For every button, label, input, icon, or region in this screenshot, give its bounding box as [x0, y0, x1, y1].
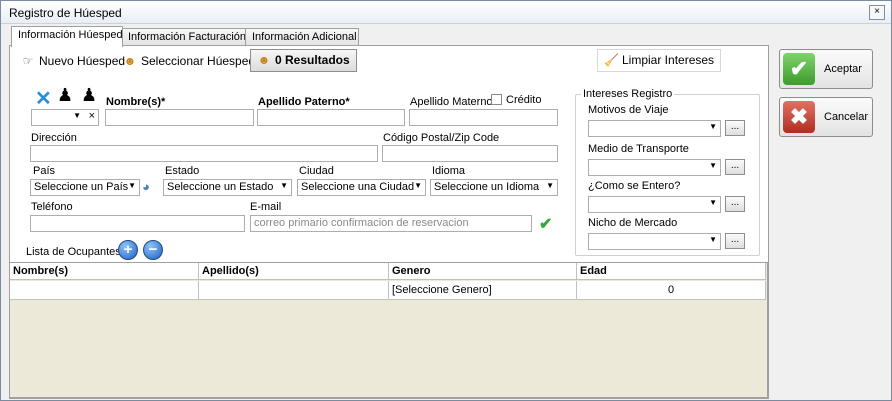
nuevo-huesped-button[interactable]: ☞ Nuevo Húesped — [21, 50, 125, 72]
guest-type-select[interactable]: ▼ × — [31, 109, 99, 126]
person-alt-icon[interactable]: ♟ — [81, 85, 97, 106]
users-icon: ☻ — [123, 54, 137, 68]
seleccionar-huesped-label: Seleccionar Húesped — [141, 54, 256, 68]
cancelar-label: Cancelar — [824, 111, 869, 123]
tab-informacion-facturacion[interactable]: Información Facturación — [121, 28, 247, 46]
chevron-down-icon: ▼ — [709, 235, 717, 244]
apellido-materno-input[interactable] — [409, 109, 558, 126]
apellido-paterno-label: Apellido Paterno* — [258, 96, 350, 108]
grid-col-nombre[interactable]: Nombre(s) — [10, 263, 199, 279]
pais-select[interactable]: Seleccione un País ▼ — [30, 179, 140, 196]
como-label: ¿Como se Entero? — [588, 180, 681, 192]
ciudad-select[interactable]: Seleccione una Ciudad ▼ — [297, 179, 426, 196]
add-occupant-button[interactable]: + — [118, 240, 138, 260]
codigo-postal-input[interactable] — [382, 145, 558, 162]
globe-icon[interactable]: ◕ — [142, 179, 150, 194]
person-icon[interactable]: ♟ — [57, 85, 73, 106]
seleccionar-huesped-button[interactable]: ☻ Seleccionar Húesped — [123, 50, 255, 72]
pais-value: Seleccione un País — [34, 181, 129, 193]
email-input[interactable]: correo primario confirmacion de reservac… — [250, 215, 532, 232]
close-button[interactable]: × — [869, 5, 885, 20]
email-label: E-mail — [250, 201, 282, 213]
direccion-label: Dirección — [31, 132, 77, 144]
nicho-label: Nicho de Mercado — [588, 217, 678, 229]
como-select[interactable]: ▼ — [588, 196, 721, 213]
medio-more-button[interactable]: ... — [725, 159, 745, 175]
credito-label: Crédito — [506, 94, 542, 106]
chevron-down-icon: ▼ — [709, 161, 717, 170]
codigo-postal-label: Código Postal/Zip Code — [383, 132, 500, 144]
pais-label: País — [33, 165, 56, 177]
medio-select[interactable]: ▼ — [588, 159, 721, 176]
table-row[interactable]: [Seleccione Genero] 0 — [10, 281, 766, 300]
idioma-select[interactable]: Seleccione un Idioma ▼ — [430, 179, 558, 196]
limpiar-intereses-button[interactable]: 🧹 Limpiar Intereses — [597, 49, 722, 72]
nuevo-huesped-label: Nuevo Húesped — [39, 54, 126, 68]
cell-apellido[interactable] — [199, 281, 389, 299]
telefono-input[interactable] — [30, 215, 245, 232]
guest-registration-window: Registro de Húesped × Información Húespe… — [0, 0, 892, 401]
occupants-grid: Nombre(s) Apellido(s) Genero Edad [Selec… — [9, 262, 768, 398]
clear-icon[interactable]: × — [89, 110, 95, 122]
intereses-title: Intereses Registro — [581, 88, 675, 100]
nombre-label: Nombre(s)* — [106, 96, 166, 108]
credito-checkbox[interactable] — [491, 94, 502, 105]
chevron-down-icon: ▼ — [128, 181, 136, 190]
motivos-select[interactable]: ▼ — [588, 120, 721, 137]
tab-informacion-huesped[interactable]: Información Húesped — [11, 26, 123, 47]
cell-nombre[interactable] — [10, 281, 199, 299]
motivos-label: Motivos de Viaje — [588, 104, 669, 116]
ciudad-label: Ciudad — [299, 165, 334, 177]
window-title: Registro de Húesped — [9, 6, 122, 20]
grid-col-edad[interactable]: Edad — [577, 263, 766, 279]
resultados-button[interactable]: ☻ 0 Resultados — [250, 49, 357, 72]
title-bar: Registro de Húesped × — [1, 1, 891, 24]
idioma-label: Idioma — [432, 165, 466, 177]
tab-informacion-adicional[interactable]: Información Adicional — [245, 28, 359, 46]
apellido-materno-label: Apellido Materno — [410, 96, 493, 108]
chevron-down-icon: ▼ — [546, 181, 554, 190]
grid-header: Nombre(s) Apellido(s) Genero Edad — [10, 263, 766, 280]
x-icon: ✖ — [783, 101, 815, 133]
check-icon: ✔ — [539, 216, 553, 233]
idioma-value: Seleccione un Idioma — [434, 181, 540, 193]
limpiar-intereses-label: Limpiar Intereses — [622, 53, 715, 67]
nombre-input[interactable] — [105, 109, 254, 126]
grid-col-genero[interactable]: Genero — [389, 263, 577, 279]
chevron-down-icon: ▼ — [709, 198, 717, 207]
nicho-select[interactable]: ▼ — [588, 233, 721, 250]
chevron-down-icon: ▼ — [414, 181, 422, 190]
resultados-label: 0 Resultados — [275, 53, 350, 67]
grid-col-apellido[interactable]: Apellido(s) — [199, 263, 389, 279]
ciudad-value: Seleccione una Ciudad — [301, 181, 415, 193]
check-icon: ✔ — [783, 53, 815, 85]
direccion-input[interactable] — [30, 145, 378, 162]
nicho-more-button[interactable]: ... — [725, 233, 745, 249]
motivos-more-button[interactable]: ... — [725, 120, 745, 136]
estado-label: Estado — [165, 165, 200, 177]
telefono-label: Teléfono — [31, 201, 73, 213]
ocupantes-label: Lista de Ocupantes: — [26, 246, 124, 258]
users-icon: ☻ — [257, 53, 271, 67]
chevron-down-icon: ▼ — [280, 181, 288, 190]
aceptar-label: Aceptar — [824, 63, 862, 75]
aceptar-button[interactable]: ✔ Aceptar — [779, 49, 873, 89]
chevron-down-icon: ▼ — [73, 111, 81, 120]
estado-select[interactable]: Seleccione un Estado ▼ — [163, 179, 292, 196]
estado-value: Seleccione un Estado — [167, 181, 274, 193]
medio-label: Medio de Transporte — [588, 143, 689, 155]
cell-edad[interactable]: 0 — [577, 281, 766, 299]
como-more-button[interactable]: ... — [725, 196, 745, 212]
chevron-down-icon: ▼ — [709, 122, 717, 131]
cross-icon[interactable]: ✕ — [35, 86, 52, 111]
cell-genero[interactable]: [Seleccione Genero] — [389, 281, 577, 299]
apellido-paterno-input[interactable] — [257, 109, 405, 126]
broom-icon: 🧹 — [604, 53, 619, 67]
remove-occupant-button[interactable]: − — [143, 240, 163, 260]
cancelar-button[interactable]: ✖ Cancelar — [779, 97, 873, 137]
pointer-icon: ☞ — [22, 54, 34, 68]
